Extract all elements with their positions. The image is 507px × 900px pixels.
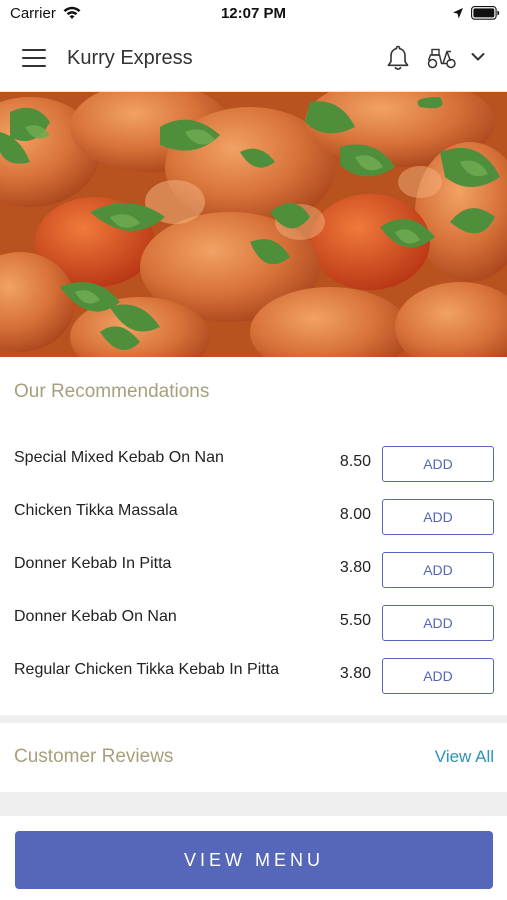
menu-item-name: Special Mixed Kebab On Nan xyxy=(14,449,224,466)
add-to-cart-button[interactable]: ADD xyxy=(382,658,494,694)
view-all-reviews-link[interactable]: View All xyxy=(435,747,494,767)
reviews-title: Customer Reviews xyxy=(14,746,174,767)
menu-item-row: Regular Chicken Tikka Kebab In Pitta 3.8… xyxy=(0,658,507,711)
menu-item-price: 3.80 xyxy=(339,559,371,576)
menu-item-price: 8.00 xyxy=(339,506,371,523)
menu-item-price: 8.50 xyxy=(339,453,371,470)
curry-dish-photo xyxy=(0,92,507,357)
menu-item-name: Regular Chicken Tikka Kebab In Pitta xyxy=(14,661,280,678)
menu-item-name: Donner Kebab On Nan xyxy=(14,608,177,625)
hero-image xyxy=(0,92,507,357)
chevron-down-icon[interactable] xyxy=(470,51,486,63)
delivery-scooter-icon[interactable] xyxy=(426,46,458,70)
menu-item-name: Chicken Tikka Massala xyxy=(14,502,178,519)
menu-item-row: Donner Kebab In Pitta 3.80 ADD xyxy=(0,552,507,605)
app-header: Kurry Express xyxy=(0,28,507,92)
menu-item-row: Chicken Tikka Massala 8.00 ADD xyxy=(0,499,507,552)
add-to-cart-button[interactable]: ADD xyxy=(382,605,494,641)
location-arrow-icon xyxy=(453,8,463,19)
add-to-cart-button[interactable]: ADD xyxy=(382,446,494,482)
menu-item-row: Donner Kebab On Nan 5.50 ADD xyxy=(0,605,507,658)
menu-item-price: 3.80 xyxy=(339,665,371,682)
menu-item-name: Donner Kebab In Pitta xyxy=(14,555,172,572)
add-to-cart-button[interactable]: ADD xyxy=(382,499,494,535)
bottom-action-bar: VIEW MENU xyxy=(0,816,507,900)
status-time: 12:07 PM xyxy=(220,5,287,22)
add-to-cart-button[interactable]: ADD xyxy=(382,552,494,588)
status-bar: Carrier 12:07 PM xyxy=(0,0,507,28)
hamburger-menu-icon[interactable] xyxy=(22,49,46,69)
recommendations-title: Our Recommendations xyxy=(14,381,210,402)
battery-icon xyxy=(471,6,500,20)
menu-item-price: 5.50 xyxy=(339,612,371,629)
reviews-section: Customer Reviews View All xyxy=(0,723,507,792)
view-menu-button[interactable]: VIEW MENU xyxy=(15,831,493,889)
section-divider xyxy=(0,715,507,723)
page-title: Kurry Express xyxy=(67,47,193,69)
bell-icon[interactable] xyxy=(386,44,410,72)
recommendations-section: Our Recommendations Special Mixed Kebab … xyxy=(0,357,507,715)
menu-item-row: Special Mixed Kebab On Nan 8.50 ADD xyxy=(0,446,507,499)
